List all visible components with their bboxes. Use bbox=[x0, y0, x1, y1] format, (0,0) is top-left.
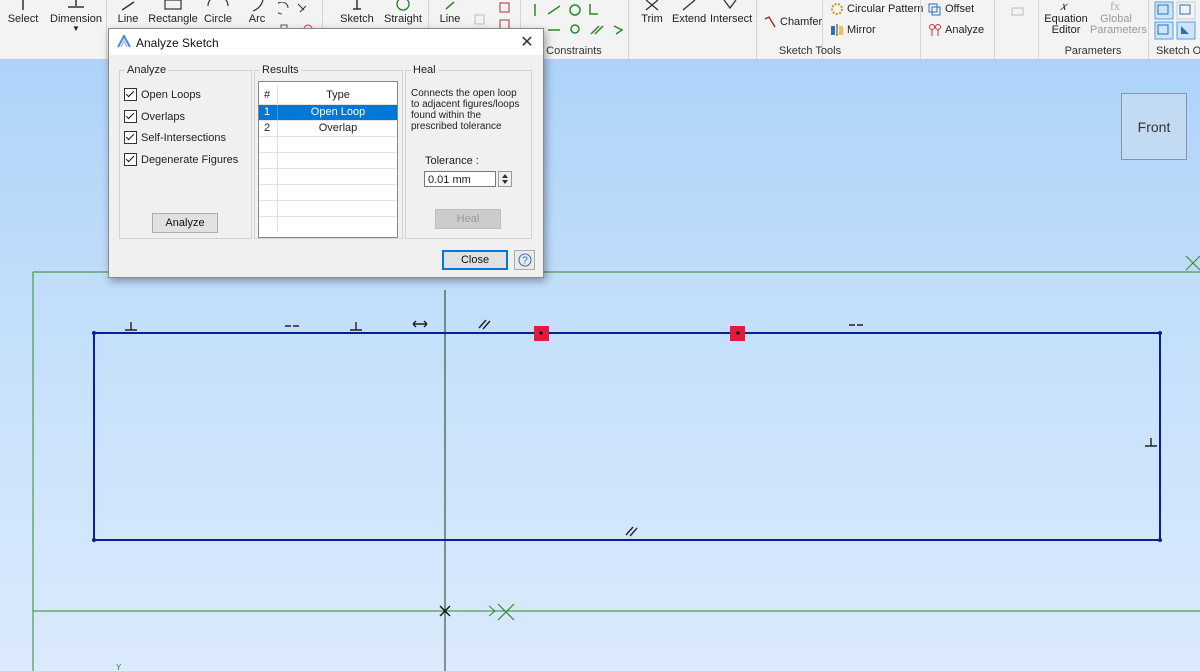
circular-pattern-icon bbox=[831, 3, 843, 15]
table-row[interactable]: 1 Open Loop bbox=[259, 105, 397, 121]
svg-text:?: ? bbox=[522, 256, 528, 267]
tolerance-label: Tolerance : bbox=[425, 155, 479, 167]
trim-icon bbox=[645, 0, 659, 11]
arc-options-icon[interactable] bbox=[278, 2, 308, 16]
mirror-icon bbox=[831, 24, 843, 36]
analyze-icon bbox=[929, 24, 941, 36]
equation-editor-button[interactable]: 𝑥 Equation Editor bbox=[1042, 0, 1090, 36]
table-row-empty bbox=[259, 217, 397, 232]
dialog-titlebar[interactable]: Analyze Sketch ✕ bbox=[109, 29, 543, 55]
app-logo-icon bbox=[117, 35, 131, 48]
tolerance-spinner[interactable] bbox=[498, 171, 512, 187]
construction-line-button[interactable]: Line bbox=[434, 0, 466, 25]
checkbox-checked-icon bbox=[124, 88, 137, 101]
toggle-icon[interactable] bbox=[474, 14, 486, 26]
help-button[interactable]: ? bbox=[514, 250, 535, 270]
global-parameters-icon: fx bbox=[1110, 0, 1120, 12]
heal-description: Connects the open loop to adjacent figur… bbox=[411, 88, 520, 132]
table-row-empty bbox=[259, 169, 397, 185]
rectangle-button[interactable]: Rectangle bbox=[148, 0, 198, 25]
heal-group-legend: Heal bbox=[413, 64, 436, 76]
arc-icon bbox=[252, 0, 264, 12]
line-button[interactable]: Line bbox=[112, 0, 144, 25]
select-icon bbox=[22, 0, 24, 10]
chamfer-button[interactable]: Chamfer bbox=[763, 15, 822, 29]
view-cube-front[interactable]: Front bbox=[1121, 93, 1187, 160]
group-label-sketch-tools: Sketch Tools bbox=[778, 45, 842, 57]
checkbox-checked-icon bbox=[124, 110, 137, 123]
circle-icon bbox=[207, 0, 229, 7]
analyze-group-legend: Analyze bbox=[127, 64, 167, 76]
extend-icon bbox=[682, 0, 696, 11]
mirror-button[interactable]: Mirror bbox=[830, 23, 876, 37]
results-group-legend: Results bbox=[262, 64, 299, 76]
constraints-row-1[interactable] bbox=[530, 2, 602, 18]
global-parameters-button[interactable]: fx Global Parameters bbox=[1090, 0, 1147, 36]
offset-icon bbox=[928, 3, 941, 16]
spinner-arrows-icon bbox=[502, 174, 508, 184]
checkbox-checked-icon bbox=[124, 153, 137, 166]
sketch-icon bbox=[353, 0, 361, 10]
group-label-parameters: Parameters bbox=[1064, 45, 1122, 57]
straight-button[interactable]: Straight bbox=[382, 0, 424, 25]
table-row[interactable]: 2 Overlap bbox=[259, 121, 397, 137]
intersect-icon bbox=[723, 0, 737, 10]
checkbox-overlaps[interactable]: Overlaps bbox=[124, 110, 185, 123]
table-header: # Type bbox=[259, 86, 397, 105]
disabled-tool-icon bbox=[1010, 4, 1026, 18]
line-icon bbox=[445, 1, 455, 10]
dialog-title: Analyze Sketch bbox=[136, 36, 219, 50]
constraints-row-2[interactable] bbox=[546, 22, 626, 38]
equation-editor-icon: 𝑥 bbox=[1060, 0, 1069, 12]
tolerance-input[interactable]: 0.01 mm bbox=[424, 171, 496, 187]
table-row-empty bbox=[259, 137, 397, 153]
chevron-down-icon: ▼ bbox=[72, 24, 80, 33]
checkbox-open-loops[interactable]: Open Loops bbox=[124, 88, 201, 101]
results-table[interactable]: # Type 1 Open Loop 2 Overlap bbox=[258, 81, 398, 238]
chamfer-icon bbox=[764, 16, 776, 28]
circle-button[interactable]: Circle bbox=[202, 0, 234, 25]
sketch-button[interactable]: Sketch bbox=[338, 0, 376, 25]
group-label-sketch-options: Sketch Op bbox=[1156, 45, 1200, 57]
analyze-button[interactable]: Analyze bbox=[928, 23, 984, 37]
trim-button[interactable]: Trim bbox=[638, 0, 666, 25]
straight-icon bbox=[396, 0, 410, 11]
heal-button[interactable]: Heal bbox=[435, 209, 501, 229]
dimension-button[interactable]: Dimension ▼ bbox=[50, 0, 102, 33]
svg-text:fx: fx bbox=[1110, 0, 1120, 12]
intersect-button[interactable]: Intersect bbox=[710, 0, 752, 25]
checkbox-self-intersections[interactable]: Self-Intersections bbox=[124, 131, 226, 144]
circular-pattern-button[interactable]: Circular Pattern bbox=[830, 2, 923, 16]
help-icon: ? bbox=[518, 253, 531, 267]
rectangle-icon bbox=[164, 0, 182, 10]
dialog-close-icon[interactable]: ✕ bbox=[517, 32, 537, 52]
arc-button[interactable]: Arc bbox=[244, 0, 270, 25]
sketch-options-icons[interactable] bbox=[1154, 1, 1198, 41]
close-button[interactable]: Close bbox=[442, 250, 508, 270]
select-button[interactable]: Select bbox=[4, 0, 42, 25]
table-row-empty bbox=[259, 153, 397, 169]
dimension-icon bbox=[68, 0, 84, 8]
line-icon bbox=[121, 1, 135, 11]
table-row-empty bbox=[259, 185, 397, 201]
extend-button[interactable]: Extend bbox=[672, 0, 706, 25]
analyze-run-button[interactable]: Analyze bbox=[152, 213, 218, 233]
table-row-empty bbox=[259, 201, 397, 217]
offset-button[interactable]: Offset bbox=[928, 2, 974, 16]
svg-text:𝑥: 𝑥 bbox=[1060, 0, 1069, 12]
checkbox-checked-icon bbox=[124, 131, 137, 144]
checkbox-degenerate-figures[interactable]: Degenerate Figures bbox=[124, 153, 238, 166]
